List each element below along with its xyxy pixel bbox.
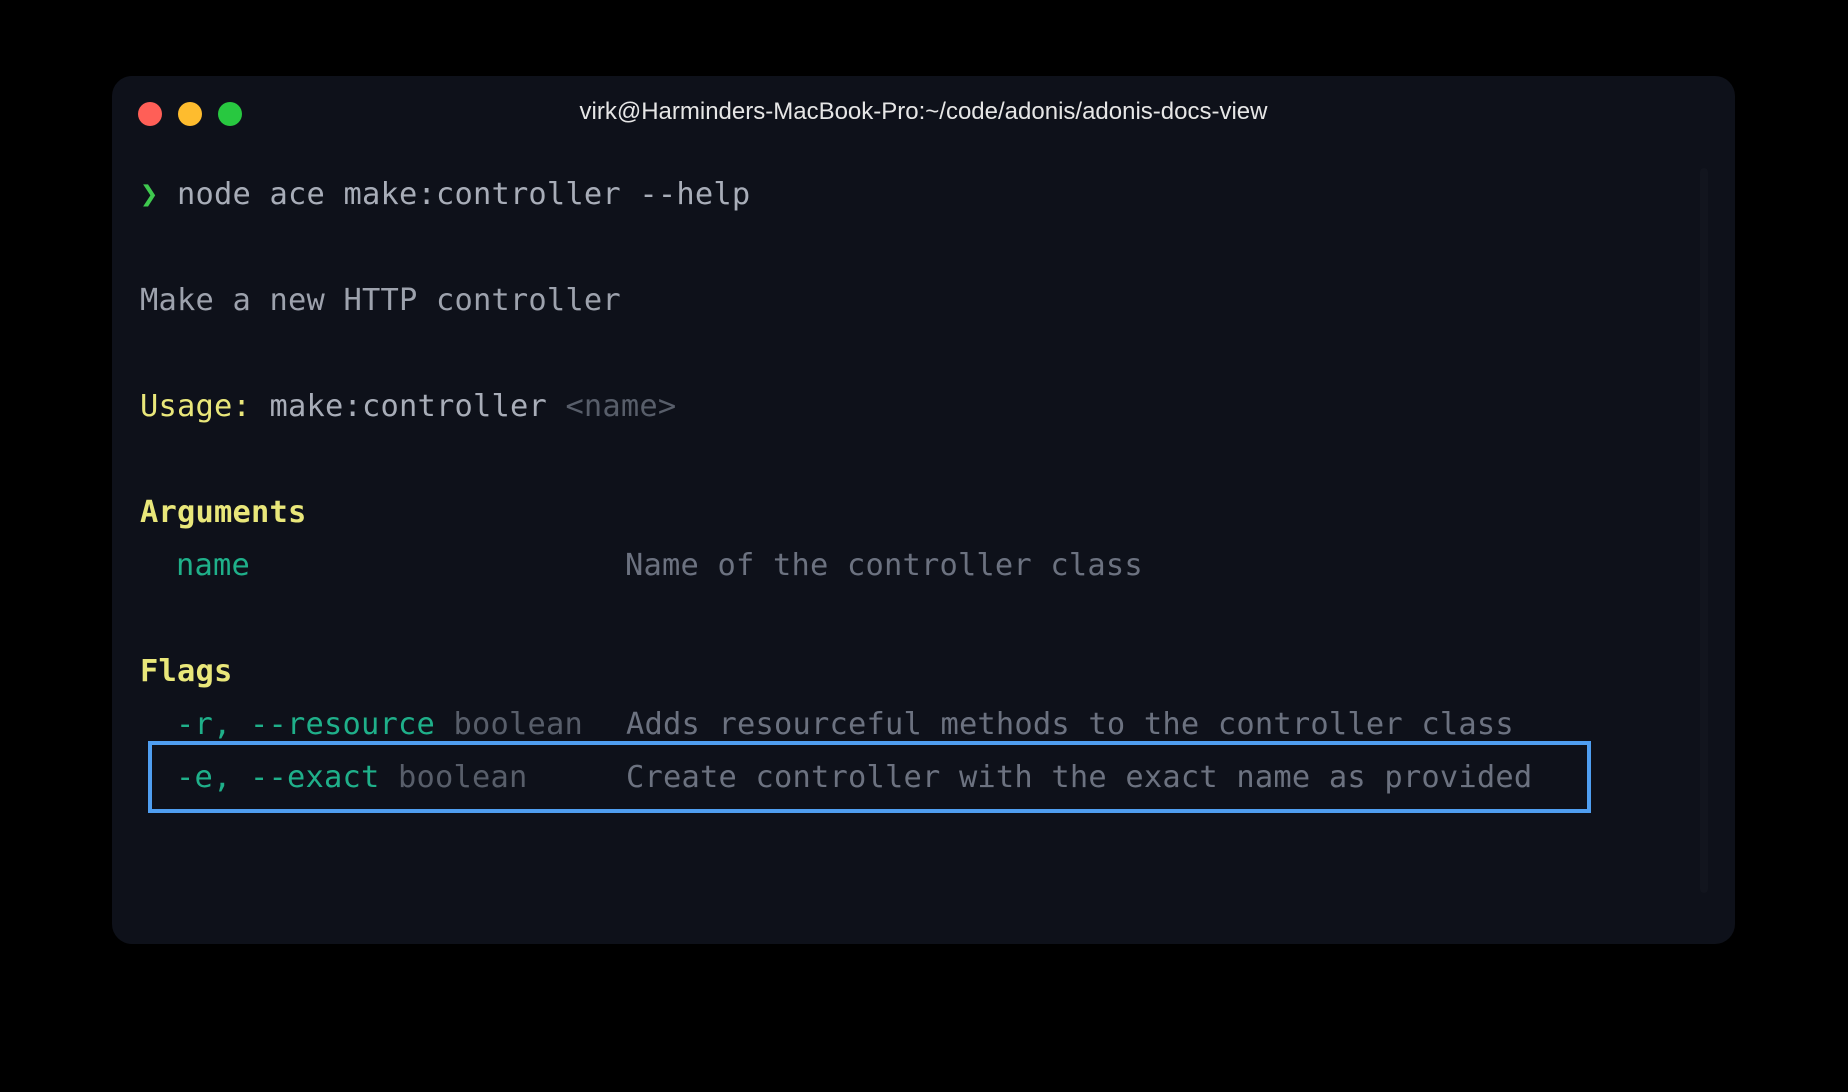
command-description: Make a new HTTP controller [140,283,621,318]
flag-type: boolean [453,707,583,742]
flag-description: Adds resourceful methods to the controll… [626,707,1514,742]
flag-name: -r, --resource [176,707,435,742]
flag-row-resource: -r, --resource boolean [176,705,583,745]
usage-line: Usage: make:controller <name> [140,387,676,427]
usage-label: Usage: [140,389,251,424]
argument-description: Name of the controller class [625,548,1143,583]
usage-command: make:controller [269,389,547,424]
usage-arg: <name> [565,389,677,424]
terminal-output[interactable]: ❯ node ace make:controller --help Make a… [112,76,1735,944]
argument-name: name [176,548,250,583]
command-line: ❯ node ace make:controller --help [140,175,750,215]
scrollbar[interactable] [1700,168,1708,893]
terminal-window: virk@Harminders-MacBook-Pro:~/code/adoni… [112,76,1735,944]
flags-heading: Flags [140,654,233,689]
highlight-box [148,741,1591,813]
command-text: node ace make:controller --help [177,177,751,212]
arguments-heading: Arguments [140,495,307,530]
argument-row: name [176,546,250,586]
prompt-icon: ❯ [140,177,159,212]
